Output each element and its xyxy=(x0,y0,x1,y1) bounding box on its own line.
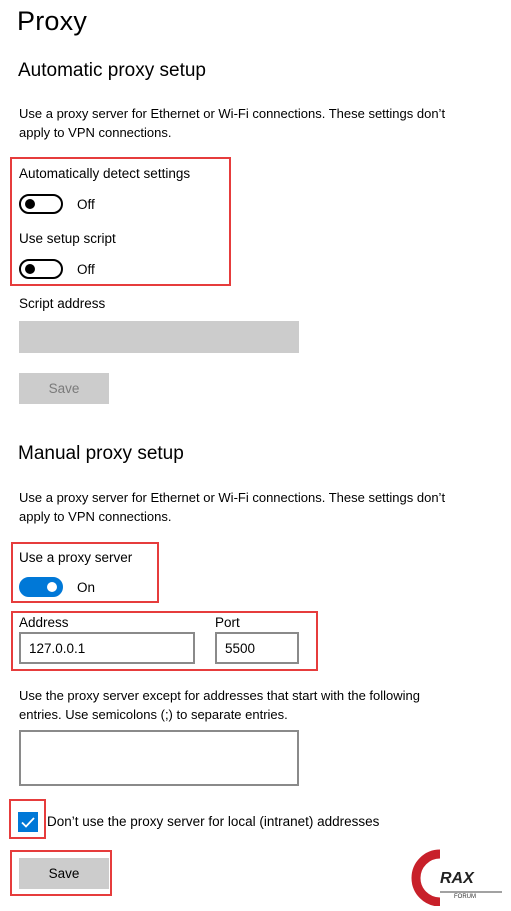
detect-settings-state: Off xyxy=(77,196,95,212)
manual-save-button[interactable]: Save xyxy=(19,858,109,889)
setup-script-toggle[interactable] xyxy=(19,259,63,279)
automatic-proxy-heading: Automatic proxy setup xyxy=(18,60,206,81)
local-addresses-label: Don’t use the proxy server for local (in… xyxy=(47,814,380,829)
script-address-input[interactable] xyxy=(19,321,299,353)
address-label: Address xyxy=(19,615,69,630)
toggle-knob xyxy=(25,199,35,209)
toggle-knob xyxy=(47,582,57,592)
manual-proxy-heading: Manual proxy setup xyxy=(18,443,184,464)
local-addresses-checkbox[interactable] xyxy=(18,812,38,832)
use-proxy-toggle[interactable] xyxy=(19,577,63,597)
detect-settings-toggle-row: Off xyxy=(19,194,95,214)
port-input[interactable]: 5500 xyxy=(215,632,299,664)
exceptions-input[interactable] xyxy=(19,730,299,786)
toggle-knob xyxy=(25,264,35,274)
use-proxy-toggle-row: On xyxy=(19,577,95,597)
manual-proxy-description: Use a proxy server for Ethernet or Wi-Fi… xyxy=(19,490,446,524)
watermark-subtext: FORUM xyxy=(454,894,476,900)
setup-script-toggle-row: Off xyxy=(19,259,95,279)
watermark-text: RAX xyxy=(440,870,474,887)
detect-settings-toggle[interactable] xyxy=(19,194,63,214)
automatic-proxy-description: Use a proxy server for Ethernet or Wi-Fi… xyxy=(19,106,446,140)
port-label: Port xyxy=(215,615,240,630)
use-proxy-state: On xyxy=(77,579,96,595)
watermark-logo: RAX FORUM xyxy=(410,848,506,907)
setup-script-state: Off xyxy=(77,261,95,277)
use-proxy-label: Use a proxy server xyxy=(19,550,133,565)
exceptions-description: Use the proxy server except for addresse… xyxy=(19,688,421,722)
setup-script-label: Use setup script xyxy=(19,231,116,246)
page-title: Proxy xyxy=(17,6,88,36)
automatic-save-button[interactable]: Save xyxy=(19,373,109,404)
address-input[interactable]: 127.0.0.1 xyxy=(19,632,195,664)
script-address-label: Script address xyxy=(19,296,106,311)
detect-settings-label: Automatically detect settings xyxy=(19,166,191,181)
checkmark-icon xyxy=(21,816,35,828)
